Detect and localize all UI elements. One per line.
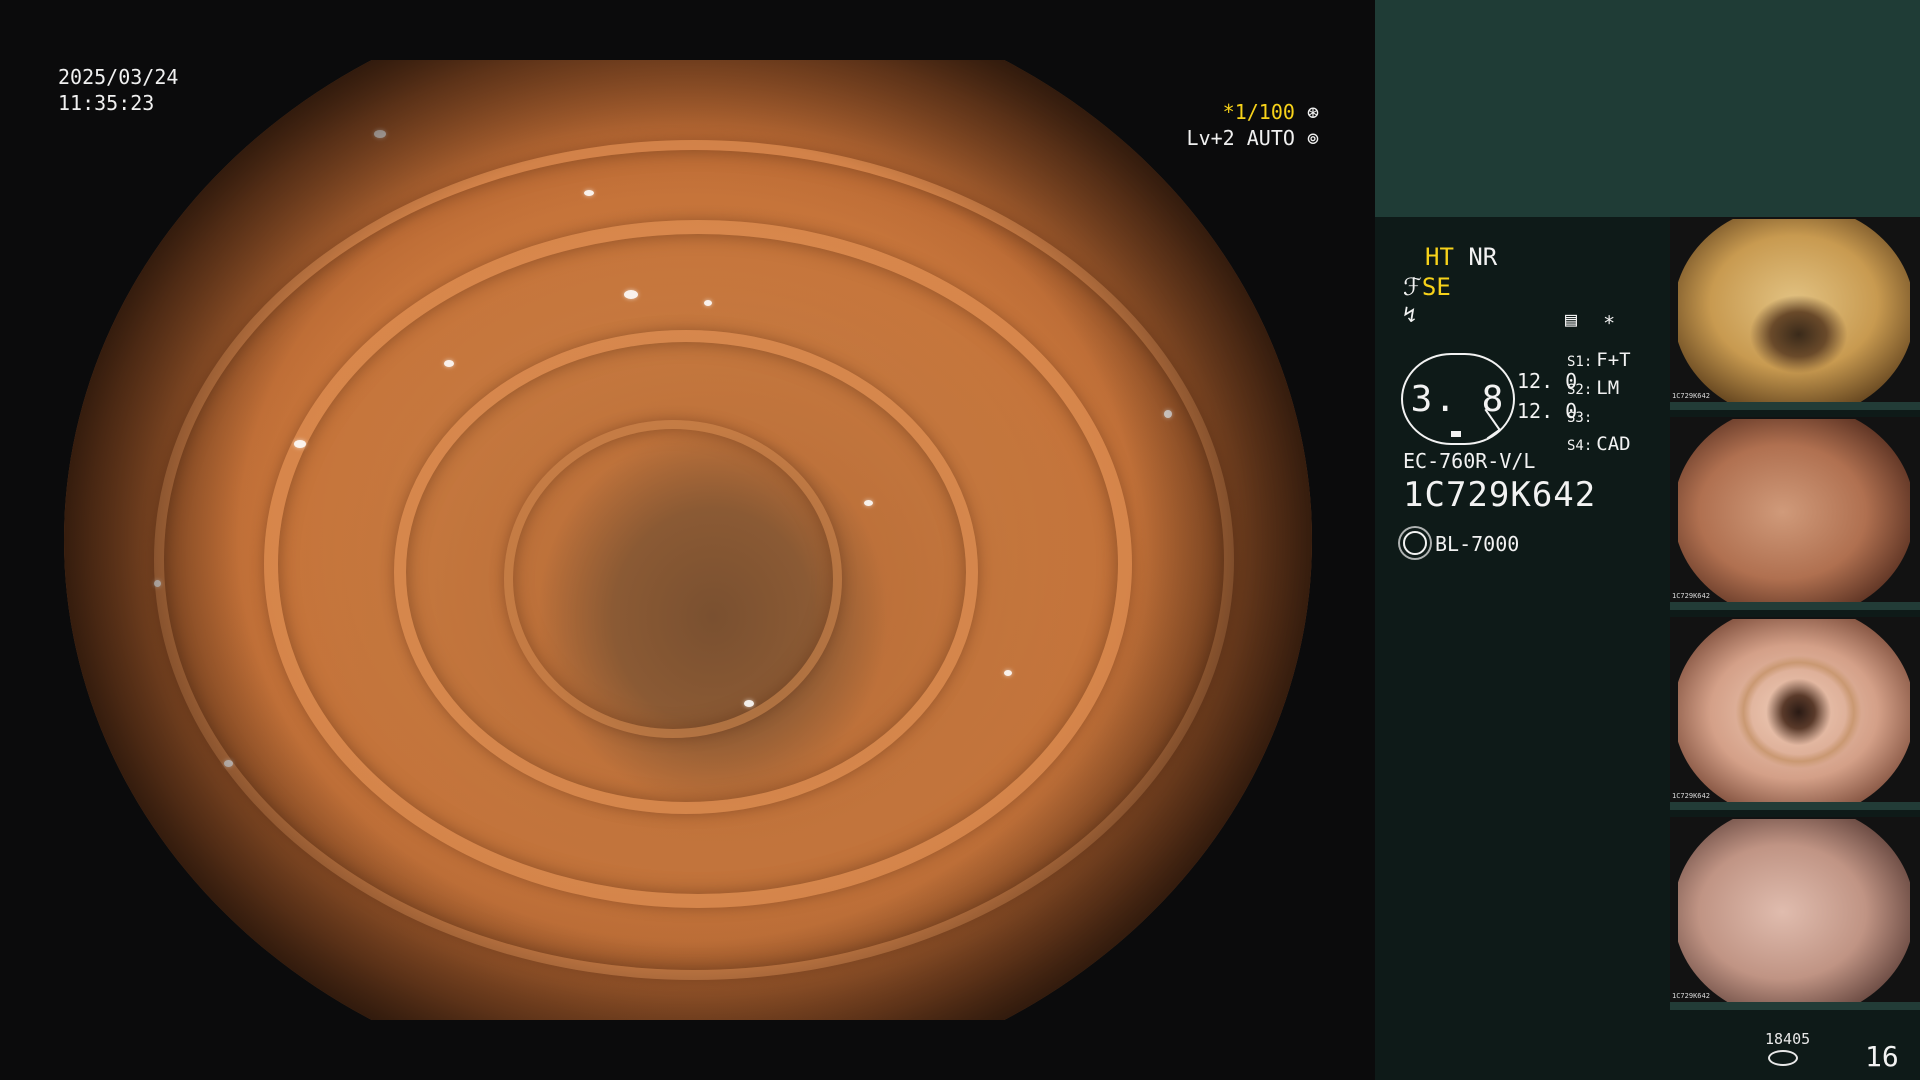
zoom-gauge: 3. 8	[1401, 353, 1515, 445]
thumbnail-image	[1678, 819, 1910, 1005]
captured-image-strip: 1C729K642 1C729K642 1C729K642 1C729K642	[1670, 217, 1920, 1017]
thumbnail-label: 1C729K642	[1672, 392, 1710, 400]
exposure-mode: Lv+2 AUTO	[1186, 126, 1295, 150]
light-reflection	[294, 440, 306, 448]
switch-row: S3:	[1567, 410, 1593, 426]
panel-header-area	[1375, 0, 1920, 217]
mucosal-fold	[504, 420, 842, 738]
settings-icons: ▤ ∗	[1565, 307, 1615, 331]
light-source: BL-7000	[1435, 532, 1520, 556]
zoom-value: 3. 8	[1410, 378, 1506, 420]
thumbnail-3[interactable]: 1C729K642	[1670, 617, 1920, 810]
nr-indicator: NR	[1468, 243, 1498, 271]
thumbnail-strip	[1670, 1002, 1920, 1010]
light-reflection	[1004, 670, 1012, 676]
light-reflection	[704, 300, 712, 306]
light-reflection	[444, 360, 454, 367]
time-text: 11:35:23	[58, 91, 155, 115]
se-indicator: SE	[1421, 273, 1451, 301]
exposure-display: *1/100 ⊛ Lv+2 AUTO ⊚	[1187, 99, 1319, 151]
shutter-speed: *1/100	[1222, 100, 1295, 124]
endoscope-live-view: 2025/03/24 11:35:23 *1/100 ⊛ Lv+2 AUTO ⊚	[0, 0, 1375, 1080]
scope-model: EC-760R-V/L	[1403, 449, 1536, 473]
endoscope-image	[64, 60, 1312, 1020]
thumbnail-label: 1C729K642	[1672, 992, 1710, 1000]
thumbnail-4[interactable]: 1C729K642	[1670, 817, 1920, 1010]
datetime-display: 2025/03/24 11:35:23	[58, 64, 178, 116]
iris-icon: ⊚	[1306, 126, 1319, 150]
gauge-dot-icon	[1451, 431, 1461, 437]
color-mode-icon: ↯	[1403, 303, 1417, 328]
switch-assignments: S1: F+T S2: LM S3: S4: CAD	[1567, 347, 1631, 459]
image-count: 16	[1865, 1040, 1899, 1073]
switch-row: S1: F+T	[1567, 349, 1631, 371]
light-source-line: BL-7000	[1403, 531, 1519, 556]
thumbnail-strip	[1670, 602, 1920, 610]
light-reflection	[224, 760, 233, 767]
date-text: 2025/03/24	[58, 65, 179, 89]
storage-count: 18405	[1765, 1030, 1811, 1048]
thumbnail-image	[1678, 219, 1910, 405]
switch-row: S4: CAD	[1567, 433, 1631, 455]
thumbnail-strip	[1670, 802, 1920, 810]
thumbnail-label: 1C729K642	[1672, 792, 1710, 800]
lamp-icon	[1403, 531, 1427, 555]
aperture-icon: ⊛	[1306, 100, 1319, 124]
info-panel: HT NR ℱSE ↯ ▤ ∗ 3. 8 12. 0 12. 0 S1: F+T …	[1375, 0, 1920, 1080]
image-enhance-line: HT NR	[1425, 243, 1497, 271]
light-reflection	[1164, 410, 1172, 418]
light-reflection	[584, 190, 594, 196]
disk-icon	[1768, 1050, 1798, 1066]
structure-icon: ℱ	[1403, 273, 1422, 301]
thumbnail-image	[1678, 419, 1910, 605]
thumbnail-2[interactable]: 1C729K642	[1670, 417, 1920, 610]
scope-serial: 1C729K642	[1403, 475, 1597, 515]
light-reflection	[374, 130, 386, 138]
thumbnail-image	[1678, 619, 1910, 805]
thumbnail-strip	[1670, 402, 1920, 410]
menu-icon: ▤	[1565, 307, 1578, 331]
light-reflection	[154, 580, 161, 587]
thumbnail-1[interactable]: 1C729K642	[1670, 217, 1920, 410]
se-line: ℱSE	[1403, 273, 1451, 301]
switch-row: S2: LM	[1567, 377, 1620, 399]
thumbnail-label: 1C729K642	[1672, 592, 1710, 600]
light-reflection	[744, 700, 754, 707]
asterisk-icon: ∗	[1603, 307, 1616, 331]
light-reflection	[864, 500, 873, 506]
processor-settings: HT NR ℱSE ↯ ▤ ∗ 3. 8 12. 0 12. 0 S1: F+T …	[1375, 217, 1673, 1080]
ht-indicator: HT	[1425, 243, 1454, 271]
light-reflection	[624, 290, 638, 299]
